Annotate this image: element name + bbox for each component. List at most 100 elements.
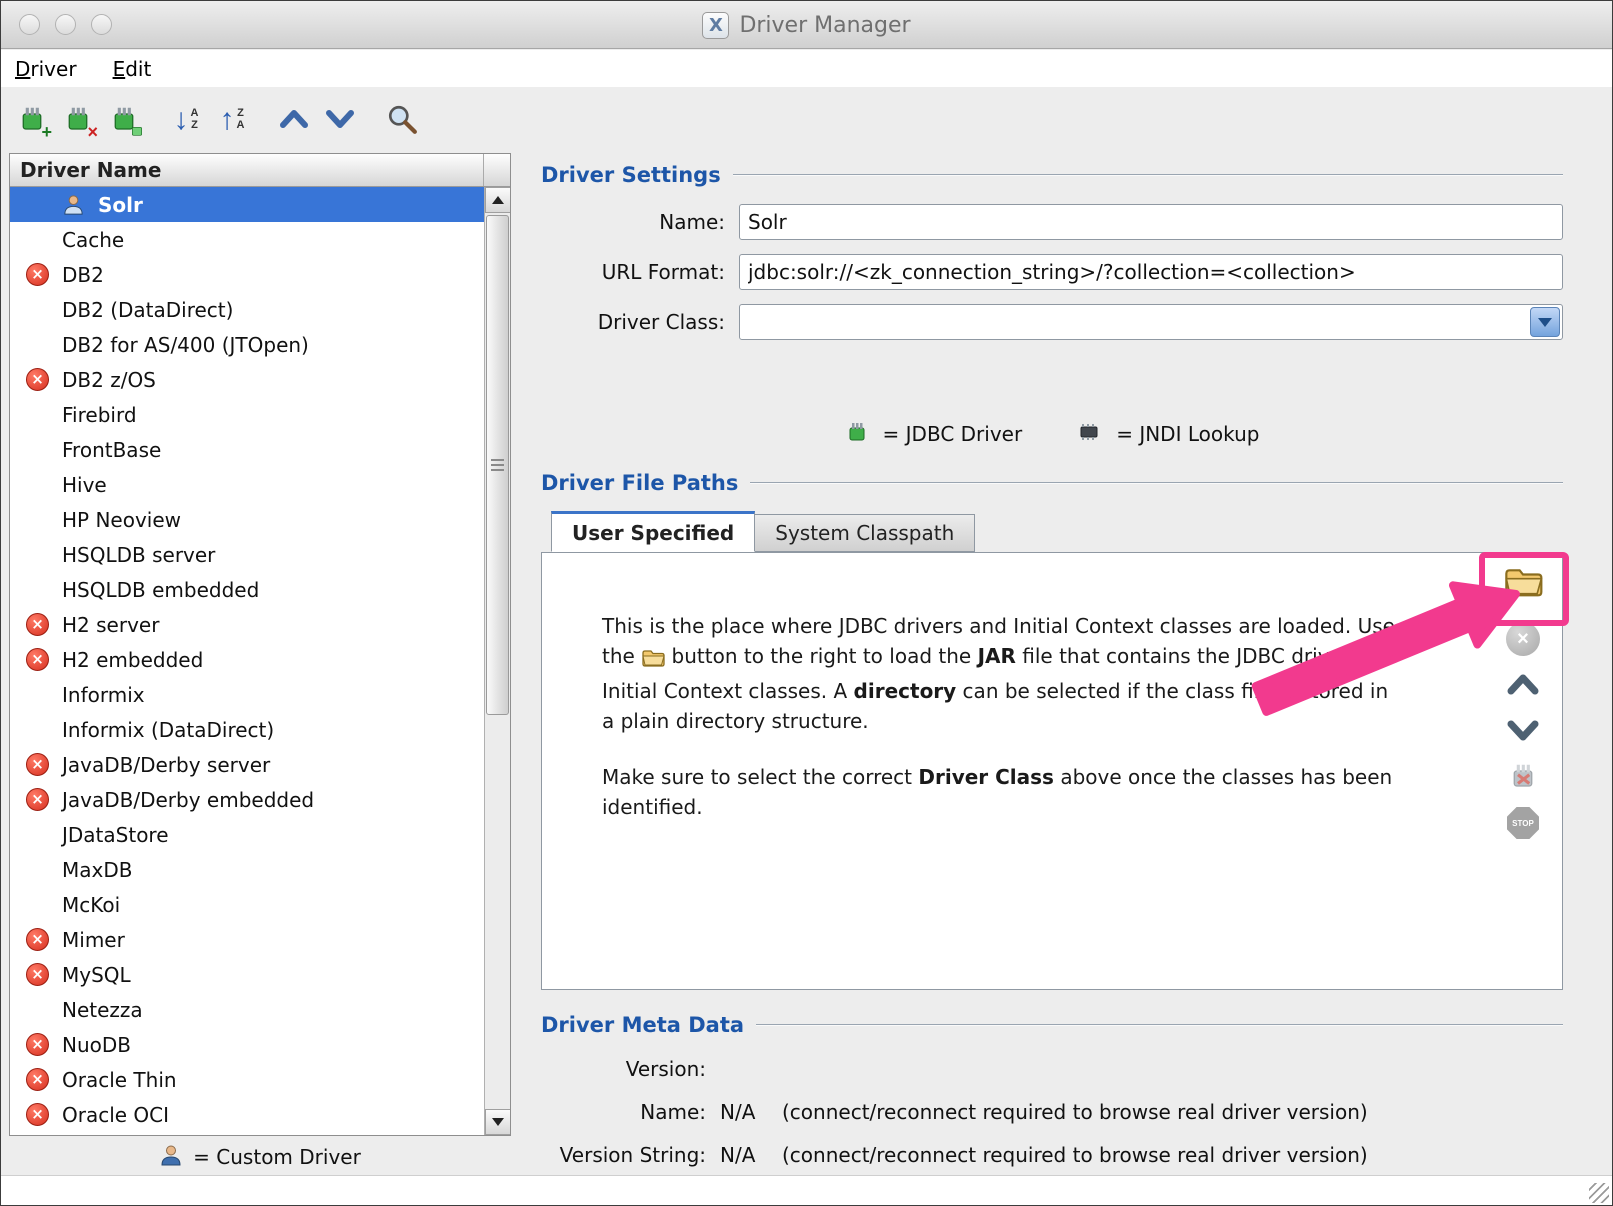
move-down-button[interactable] <box>317 97 363 143</box>
driver-rows: Solr Cache ×DB2 DB2 (DataDirect) DB2 for AS/… <box>10 187 484 1132</box>
add-driver-button[interactable]: + <box>9 97 55 143</box>
driver-name: DB2 (DataDirect) <box>62 298 233 322</box>
driver-list-header[interactable]: Driver Name <box>10 154 510 187</box>
driver-list-item[interactable]: McKoi <box>10 887 484 922</box>
driver-list-item[interactable]: Informix <box>10 677 484 712</box>
driver-name: FrontBase <box>62 438 161 462</box>
section-rule <box>756 1024 1563 1026</box>
meta-name-row: Name: N/A (connect/reconnect required to… <box>541 1100 1601 1124</box>
driver-list-item[interactable]: ×H2 server <box>10 607 484 642</box>
driver-name: JavaDB/Derby server <box>62 753 270 777</box>
move-path-up-button[interactable] <box>1499 663 1547 707</box>
driver-name: McKoi <box>62 893 120 917</box>
driver-list-item[interactable]: ×DB2 <box>10 257 484 292</box>
tab-user-specified[interactable]: User Specified <box>551 511 755 552</box>
sort-descending-button[interactable]: ↓ AZ <box>163 97 209 143</box>
stop-button[interactable]: STOP <box>1499 801 1547 845</box>
title-bar[interactable]: X Driver Manager <box>1 1 1612 49</box>
name-input[interactable] <box>739 204 1563 240</box>
driver-list-item[interactable]: × Oracle Thin <box>10 1062 484 1097</box>
move-path-down-button[interactable] <box>1499 709 1547 753</box>
header-scrollbar-cell <box>483 154 510 186</box>
driver-list-item[interactable]: HSQLDB embedded <box>10 572 484 607</box>
menu-driver[interactable]: Driver <box>15 57 77 81</box>
driver-name: Netezza <box>62 998 143 1022</box>
driver-name: Oracle Thin <box>62 1068 177 1092</box>
scroll-down-button[interactable] <box>485 1109 510 1135</box>
search-icon <box>386 103 418 138</box>
chevron-down-icon <box>324 108 356 133</box>
url-format-input[interactable] <box>739 254 1563 290</box>
scroll-up-button[interactable] <box>485 187 510 213</box>
file-paths-help-text: This is the place where JDBC drivers and… <box>602 611 1402 848</box>
tab-system-classpath[interactable]: System Classpath <box>754 514 975 552</box>
driver-class-combobox[interactable] <box>739 304 1563 340</box>
scrollbar-thumb[interactable] <box>486 215 509 715</box>
meta-name-note: (connect/reconnect required to browse re… <box>782 1100 1368 1124</box>
window-title: Driver Manager <box>739 13 910 38</box>
driver-class-value[interactable] <box>739 304 1563 340</box>
driver-list-item[interactable]: ×MySQL <box>10 957 484 992</box>
remove-path-button[interactable]: × <box>1499 617 1547 661</box>
driver-list-item[interactable]: × JavaDB/Derby server <box>10 747 484 782</box>
move-up-button[interactable] <box>271 97 317 143</box>
app-icon: X <box>702 12 729 39</box>
folder-icon <box>641 646 665 676</box>
driver-list-item[interactable]: Netezza <box>10 992 484 1027</box>
driver-name: DB2 for AS/400 (JTOpen) <box>62 333 309 357</box>
find-driver-button[interactable] <box>379 97 425 143</box>
custom-driver-icon <box>62 193 85 221</box>
driver-name: H2 embedded <box>62 648 203 672</box>
driver-list-item[interactable]: Hive <box>10 467 484 502</box>
driver-list-item[interactable]: Informix (DataDirect) <box>10 712 484 747</box>
sort-ascending-button[interactable]: ↑ ZA <box>209 97 255 143</box>
driver-list-item[interactable]: ×Mimer <box>10 922 484 957</box>
driver-list-item[interactable]: Solr <box>10 187 484 222</box>
copy-driver-button[interactable] <box>101 97 147 143</box>
version-string-note: (connect/reconnect required to browse re… <box>782 1143 1368 1167</box>
file-paths-tabs: User Specified System Classpath <box>551 514 974 552</box>
resize-grip[interactable] <box>1589 1183 1609 1203</box>
driver-name: Solr <box>98 193 143 217</box>
driver-error-icon: × <box>26 1033 49 1056</box>
driver-manager-window: X Driver Manager Driver Edit + × <box>0 0 1613 1206</box>
chevron-down-icon <box>1538 318 1552 327</box>
check-driver-icon <box>1508 761 1538 794</box>
driver-list-item[interactable]: JDataStore <box>10 817 484 852</box>
section-rule <box>733 174 1563 176</box>
driver-error-icon: × <box>26 753 49 776</box>
delete-driver-button[interactable]: × <box>55 97 101 143</box>
driver-list-item[interactable]: ×Oracle OCI <box>10 1097 484 1132</box>
toolbar-separator <box>363 97 379 143</box>
thumb-grip-icon <box>491 459 504 471</box>
load-jar-button[interactable] <box>1499 561 1547 605</box>
driver-list-item[interactable]: MaxDB <box>10 852 484 887</box>
url-format-label: URL Format: <box>541 260 739 284</box>
driver-error-icon: × <box>26 648 49 671</box>
driver-error-icon: × <box>26 1068 49 1091</box>
meta-name-label: Name: <box>541 1100 706 1124</box>
check-driver-button[interactable] <box>1499 755 1547 799</box>
driver-class-dropdown-button[interactable] <box>1530 307 1560 337</box>
toolbar-separator <box>147 97 163 143</box>
driver-list-item[interactable]: DB2 (DataDirect) <box>10 292 484 327</box>
driver-list-item[interactable]: HP Neoview <box>10 502 484 537</box>
driver-list-item[interactable]: ×JavaDB/Derby embedded <box>10 782 484 817</box>
driver-list-item[interactable]: DB2 for AS/400 (JTOpen) <box>10 327 484 362</box>
driver-list-item[interactable]: Cache <box>10 222 484 257</box>
list-scrollbar[interactable] <box>484 187 510 1135</box>
driver-list-item[interactable]: × H2 embedded <box>10 642 484 677</box>
driver-list-item[interactable]: Firebird <box>10 397 484 432</box>
driver-list-item[interactable]: ×DB2 z/OS <box>10 362 484 397</box>
driver-name: Mimer <box>62 928 125 952</box>
driver-name: Cache <box>62 228 124 252</box>
x-badge-icon: × <box>87 123 98 141</box>
menu-edit[interactable]: Edit <box>113 57 152 81</box>
file-paths-panel[interactable]: This is the place where JDBC drivers and… <box>541 552 1563 990</box>
driver-error-icon: × <box>26 788 49 811</box>
driver-list-item[interactable]: ×NuoDB <box>10 1027 484 1062</box>
driver-list-item[interactable]: HSQLDB server <box>10 537 484 572</box>
driver-file-paths-title: Driver File Paths <box>541 471 738 495</box>
chevron-up-icon <box>278 108 310 133</box>
driver-list-item[interactable]: FrontBase <box>10 432 484 467</box>
